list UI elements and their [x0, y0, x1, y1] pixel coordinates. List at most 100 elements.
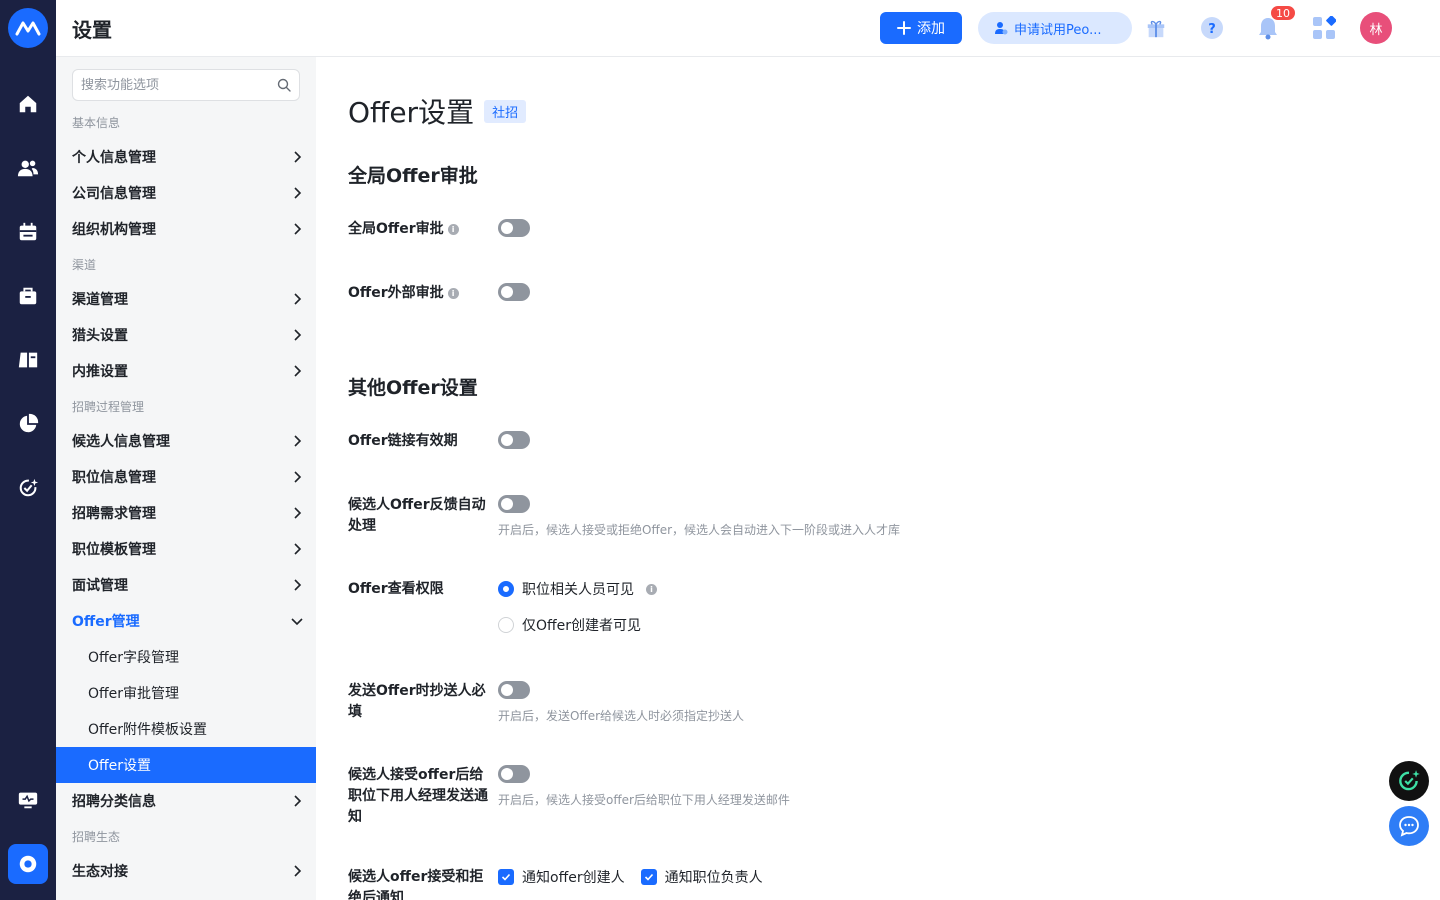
section-title-global: 全局Offer审批	[348, 165, 478, 187]
people-icon[interactable]	[16, 156, 40, 180]
trial-button-label: 申请试用Peo...	[1014, 22, 1102, 38]
chevron-right-icon	[294, 795, 302, 807]
external-approval-toggle[interactable]	[498, 283, 530, 301]
auto-feedback-toggle[interactable]	[498, 495, 530, 513]
ai-assistant-button[interactable]	[1389, 761, 1429, 801]
app-rail	[0, 0, 56, 900]
help-icon[interactable]: ?	[1200, 16, 1224, 40]
sidebar-item-label: 招聘需求管理	[72, 506, 156, 522]
app-logo-icon[interactable]	[8, 8, 48, 48]
search-input[interactable]	[73, 70, 263, 100]
chevron-right-icon	[294, 151, 302, 163]
sidebar-item-job-info[interactable]: 职位信息管理	[56, 459, 316, 495]
monitor-icon[interactable]	[16, 788, 40, 812]
sidebar-item-label: Offer管理	[72, 614, 140, 630]
chevron-right-icon	[294, 507, 302, 519]
sidebar-subitem-offer-approval[interactable]: Offer审批管理	[56, 675, 316, 711]
cc-required-toggle[interactable]	[498, 681, 530, 699]
sidebar-subitem-offer-fields[interactable]: Offer字段管理	[56, 639, 316, 675]
sidebar-item-interview[interactable]: 面试管理	[56, 567, 316, 603]
check-icon	[501, 873, 511, 881]
sidebar-item-label: 生态对接	[72, 864, 128, 880]
radio-label: 职位相关人员可见	[522, 582, 634, 598]
search-box	[72, 69, 300, 101]
gift-icon[interactable]	[1144, 16, 1168, 40]
sidebar-item-candidate-info[interactable]: 候选人信息管理	[56, 423, 316, 459]
sidebar-item-label: 面试管理	[72, 578, 128, 594]
sidebar-item-label: 职位模板管理	[72, 542, 156, 558]
chat-support-button[interactable]	[1389, 806, 1429, 846]
checkbox-checked[interactable]	[498, 869, 514, 885]
checkbox-label: 通知offer创建人	[522, 870, 625, 886]
chevron-right-icon	[294, 293, 302, 305]
info-icon[interactable]: i	[447, 288, 459, 299]
radio-option-related[interactable]: 职位相关人员可见 i	[498, 579, 657, 599]
chevron-right-icon	[294, 223, 302, 235]
sidebar-item-demand[interactable]: 招聘需求管理	[56, 495, 316, 531]
sidebar-item-referral[interactable]: 内推设置	[56, 353, 316, 389]
sidebar-item-label: 职位信息管理	[72, 470, 156, 486]
page-title: Offer设置 社招	[348, 91, 527, 131]
sidebar-item-ecosystem[interactable]: 生态对接	[56, 853, 316, 889]
pie-chart-icon[interactable]	[16, 412, 40, 436]
sidebar-item-label: 内推设置	[72, 364, 128, 380]
settings-icon[interactable]	[8, 844, 48, 884]
info-icon[interactable]: i	[646, 583, 657, 595]
sidebar-item-label: 猎头设置	[72, 328, 128, 344]
sidebar-item-label: 个人信息管理	[72, 150, 156, 166]
checkbox-notify-owner[interactable]: 通知职位负责人	[640, 867, 763, 887]
sidebar-menu: 基本信息 个人信息管理 公司信息管理 组织机构管理 渠道 渠道管理 猎头设置 内…	[56, 105, 316, 900]
link-validity-toggle[interactable]	[498, 431, 530, 449]
sidebar-item-label: 候选人信息管理	[72, 434, 170, 450]
calendar-icon[interactable]	[16, 220, 40, 244]
chevron-right-icon	[294, 329, 302, 341]
settings-sidebar: 基本信息 个人信息管理 公司信息管理 组织机构管理 渠道 渠道管理 猎头设置 内…	[56, 57, 316, 900]
add-button[interactable]: 添加	[880, 12, 962, 44]
top-header: 设置 添加 申请试用Peo... ? 10 林	[56, 0, 1440, 57]
ai-assistant-icon[interactable]	[16, 476, 40, 500]
sidebar-item-personal-info[interactable]: 个人信息管理	[56, 139, 316, 175]
recruit-type-tag: 社招	[484, 99, 527, 123]
page-title-text: Offer设置	[348, 96, 475, 129]
sidebar-item-company-info[interactable]: 公司信息管理	[56, 175, 316, 211]
sidebar-group-title: 渠道	[72, 257, 97, 272]
radio-option-creator[interactable]: 仅Offer创建者可见	[498, 615, 641, 635]
chat-bubble-icon	[1399, 816, 1419, 837]
sidebar-item-category[interactable]: 招聘分类信息	[56, 783, 316, 819]
avatar[interactable]: 林	[1360, 12, 1392, 44]
home-icon[interactable]	[16, 92, 40, 116]
book-icon[interactable]	[16, 348, 40, 372]
sidebar-item-channels[interactable]: 渠道管理	[56, 281, 316, 317]
global-approval-toggle[interactable]	[498, 219, 530, 237]
chevron-right-icon	[294, 543, 302, 555]
setting-description: 开启后，候选人接受或拒绝Offer，候选人会自动进入下一阶段或进入人才库	[498, 523, 901, 537]
sidebar-subitem-offer-settings[interactable]: Offer设置	[56, 747, 316, 783]
plus-icon	[897, 21, 911, 35]
sidebar-item-org[interactable]: 组织机构管理	[56, 211, 316, 247]
chevron-right-icon	[294, 579, 302, 591]
notify-manager-toggle[interactable]	[498, 765, 530, 783]
trial-button[interactable]: 申请试用Peo...	[978, 12, 1132, 44]
radio-unselected[interactable]	[498, 617, 514, 633]
chevron-down-icon	[291, 618, 303, 626]
briefcase-icon[interactable]	[16, 284, 40, 308]
chevron-right-icon	[294, 187, 302, 199]
setting-label: 候选人Offer反馈自动处理	[348, 497, 486, 534]
setting-label-text: 全局Offer审批	[348, 221, 444, 237]
chevron-right-icon	[294, 471, 302, 483]
checkbox-notify-creator[interactable]: 通知offer创建人	[498, 867, 625, 887]
checkbox-checked[interactable]	[640, 869, 657, 885]
setting-label: 全局Offer审批 i	[348, 219, 488, 240]
sidebar-item-offer[interactable]: Offer管理	[56, 603, 316, 639]
svg-text:?: ?	[1208, 22, 1216, 37]
sidebar-group-title: 招聘生态	[72, 829, 121, 844]
sidebar-group-title: 招聘过程管理	[72, 399, 145, 414]
radio-selected[interactable]	[498, 581, 514, 597]
setting-label-text: Offer外部审批	[348, 285, 444, 301]
apps-grid-icon[interactable]	[1312, 16, 1336, 40]
info-icon[interactable]: i	[447, 224, 459, 235]
sidebar-item-headhunter[interactable]: 猎头设置	[56, 317, 316, 353]
sidebar-item-job-template[interactable]: 职位模板管理	[56, 531, 316, 567]
sidebar-subitem-offer-attachment[interactable]: Offer附件模板设置	[56, 711, 316, 747]
chevron-right-icon	[294, 435, 302, 447]
